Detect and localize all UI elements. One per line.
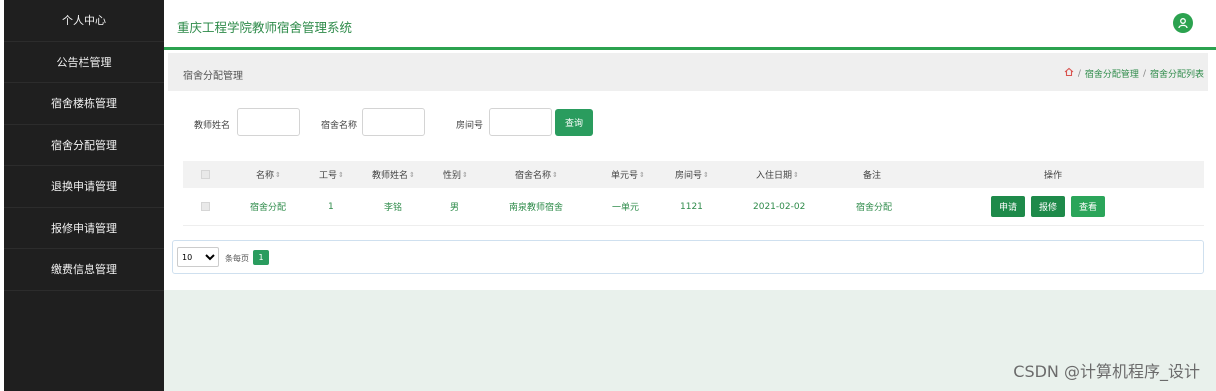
sidebar-item-label: 缴费信息管理 <box>51 263 117 277</box>
sort-icon: ⇕ <box>409 170 415 179</box>
col-unit-no-label: 单元号 <box>611 171 639 181</box>
row-select-cell <box>201 188 210 225</box>
view-button[interactable]: 查看 <box>1071 196 1106 217</box>
cell-checkin-date: 2021-02-02 <box>753 201 806 212</box>
col-name[interactable]: 名称 ⇕ <box>256 161 281 188</box>
sidebar-item-label: 公告栏管理 <box>56 55 112 69</box>
sidebar-item-payment-info[interactable]: 缴费信息管理 <box>4 249 164 291</box>
system-title: 重庆工程学院教师宿舍管理系统 <box>177 20 353 35</box>
col-dorm-name[interactable]: 宿舍名称 ⇕ <box>515 161 558 188</box>
dorm-name-label: 宿舍名称 <box>321 121 358 131</box>
col-checkin-date-label: 入住日期 <box>756 171 793 181</box>
top-header: 重庆工程学院教师宿舍管理系统 <box>164 0 1216 50</box>
col-actions-label: 操作 <box>1044 171 1063 181</box>
room-number-label: 房间号 <box>456 121 484 131</box>
col-job-no-label: 工号 <box>319 171 338 181</box>
cell-gender: 男 <box>450 203 460 213</box>
col-room-no-label: 房间号 <box>675 171 703 181</box>
cell-teacher-name: 李铭 <box>384 203 403 213</box>
main-area: 宿舍分配管理 / 宿舍分配管理 / 宿舍分配列表 教师姓名 宿舍名称 房间号 查… <box>164 50 1216 391</box>
sidebar-item-label: 个人中心 <box>62 14 106 28</box>
sort-icon: ⇕ <box>793 170 799 179</box>
col-actions: 操作 <box>1044 161 1062 188</box>
sidebar-item-label: 报修申请管理 <box>51 221 117 235</box>
pagination: 10 条每页 1 <box>172 240 1204 274</box>
sidebar: 个人中心 公告栏管理 宿舍楼栋管理 宿舍分配管理 退换申请管理 报修申请管理 缴… <box>4 0 164 391</box>
cell-room-no: 1121 <box>680 201 703 212</box>
breadcrumb-item-list: 宿舍分配列表 <box>1149 70 1204 80</box>
user-glyph <box>1178 18 1188 29</box>
query-button[interactable]: 查询 <box>555 109 593 136</box>
sidebar-item-label: 宿舍分配管理 <box>51 138 117 152</box>
breadcrumb-separator: / <box>1142 68 1146 79</box>
breadcrumb: / 宿舍分配管理 / 宿舍分配列表 <box>1064 67 1204 80</box>
cell-name: 宿舍分配 <box>250 203 287 213</box>
col-checkin-date[interactable]: 入住日期 ⇕ <box>756 161 799 188</box>
breadcrumb-item-allocation[interactable]: 宿舍分配管理 <box>1085 67 1139 80</box>
sidebar-item-label: 退换申请管理 <box>51 180 117 194</box>
col-name-label: 名称 <box>256 171 275 181</box>
watermark: CSDN @计算机程序_设计 <box>1013 362 1200 381</box>
cell-dorm-name: 南泉教师宿舍 <box>509 203 564 213</box>
sort-icon: ⇕ <box>275 170 281 179</box>
room-number-input[interactable] <box>489 108 552 136</box>
col-dorm-name-label: 宿舍名称 <box>515 171 552 181</box>
per-page-label: 条每页 <box>225 254 249 263</box>
teacher-name-label: 教师姓名 <box>194 121 231 131</box>
col-remark: 备注 <box>863 161 881 188</box>
repair-button[interactable]: 报修 <box>1031 196 1066 217</box>
select-all-checkbox[interactable] <box>201 170 210 179</box>
sort-icon: ⇕ <box>703 170 709 179</box>
sidebar-item-repair-request[interactable]: 报修申请管理 <box>4 208 164 249</box>
cell-remark: 宿舍分配 <box>856 203 893 213</box>
sort-icon: ⇕ <box>639 170 645 179</box>
col-teacher-name[interactable]: 教师姓名 ⇕ <box>372 161 415 188</box>
col-teacher-name-label: 教师姓名 <box>372 171 409 181</box>
col-gender[interactable]: 性别 ⇕ <box>443 161 468 188</box>
col-room-no[interactable]: 房间号 ⇕ <box>675 161 709 188</box>
breadcrumb-separator: / <box>1077 68 1081 79</box>
teacher-name-input[interactable] <box>237 108 300 136</box>
sort-icon: ⇕ <box>552 170 558 179</box>
breadcrumb-bar: 宿舍分配管理 / 宿舍分配管理 / 宿舍分配列表 <box>168 53 1208 91</box>
cell-job-no: 1 <box>328 201 334 212</box>
sort-icon: ⇕ <box>462 170 468 179</box>
table-header: 名称 ⇕ 工号 ⇕ 教师姓名 ⇕ 性别 ⇕ 宿舍名称 ⇕ 单元号 ⇕ 房间号 ⇕ 入住日期 ⇕ … <box>183 161 1204 188</box>
col-job-no[interactable]: 工号 ⇕ <box>319 161 344 188</box>
dorm-name-input[interactable] <box>362 108 425 136</box>
allocation-table: 名称 ⇕ 工号 ⇕ 教师姓名 ⇕ 性别 ⇕ 宿舍名称 ⇕ 单元号 ⇕ 房间号 ⇕ 入住日期 ⇕ … <box>183 161 1204 226</box>
col-unit-no[interactable]: 单元号 ⇕ <box>611 161 645 188</box>
user-icon[interactable] <box>1173 13 1193 33</box>
select-all-cell <box>201 161 210 188</box>
home-icon[interactable] <box>1064 67 1074 80</box>
content-panel: 宿舍分配管理 / 宿舍分配管理 / 宿舍分配列表 教师姓名 宿舍名称 房间号 查… <box>164 50 1216 290</box>
sort-icon: ⇕ <box>338 170 344 179</box>
page-size-select[interactable]: 10 <box>177 247 219 267</box>
sidebar-item-exchange-request[interactable]: 退换申请管理 <box>4 166 164 208</box>
table-row: 宿舍分配 1 李铭 男 南泉教师宿舍 一单元 1121 2021-02-02 宿… <box>183 188 1204 226</box>
apply-button[interactable]: 申请 <box>991 196 1026 217</box>
sidebar-item-label: 宿舍楼栋管理 <box>51 97 117 111</box>
cell-unit-no: 一单元 <box>612 203 640 213</box>
search-bar: 教师姓名 宿舍名称 房间号 查询 <box>164 108 1216 138</box>
sidebar-item-bulletin[interactable]: 公告栏管理 <box>4 42 164 83</box>
row-checkbox[interactable] <box>201 202 210 211</box>
col-remark-label: 备注 <box>863 171 882 181</box>
sidebar-item-personal-center[interactable]: 个人中心 <box>4 0 164 42</box>
cell-actions: 申请 报修 查看 <box>991 188 1111 225</box>
sidebar-item-dorm-building[interactable]: 宿舍楼栋管理 <box>4 83 164 125</box>
page-number-button[interactable]: 1 <box>253 250 269 265</box>
sidebar-item-dorm-allocation[interactable]: 宿舍分配管理 <box>4 125 164 166</box>
col-gender-label: 性别 <box>443 171 462 181</box>
page-title: 宿舍分配管理 <box>183 71 243 82</box>
